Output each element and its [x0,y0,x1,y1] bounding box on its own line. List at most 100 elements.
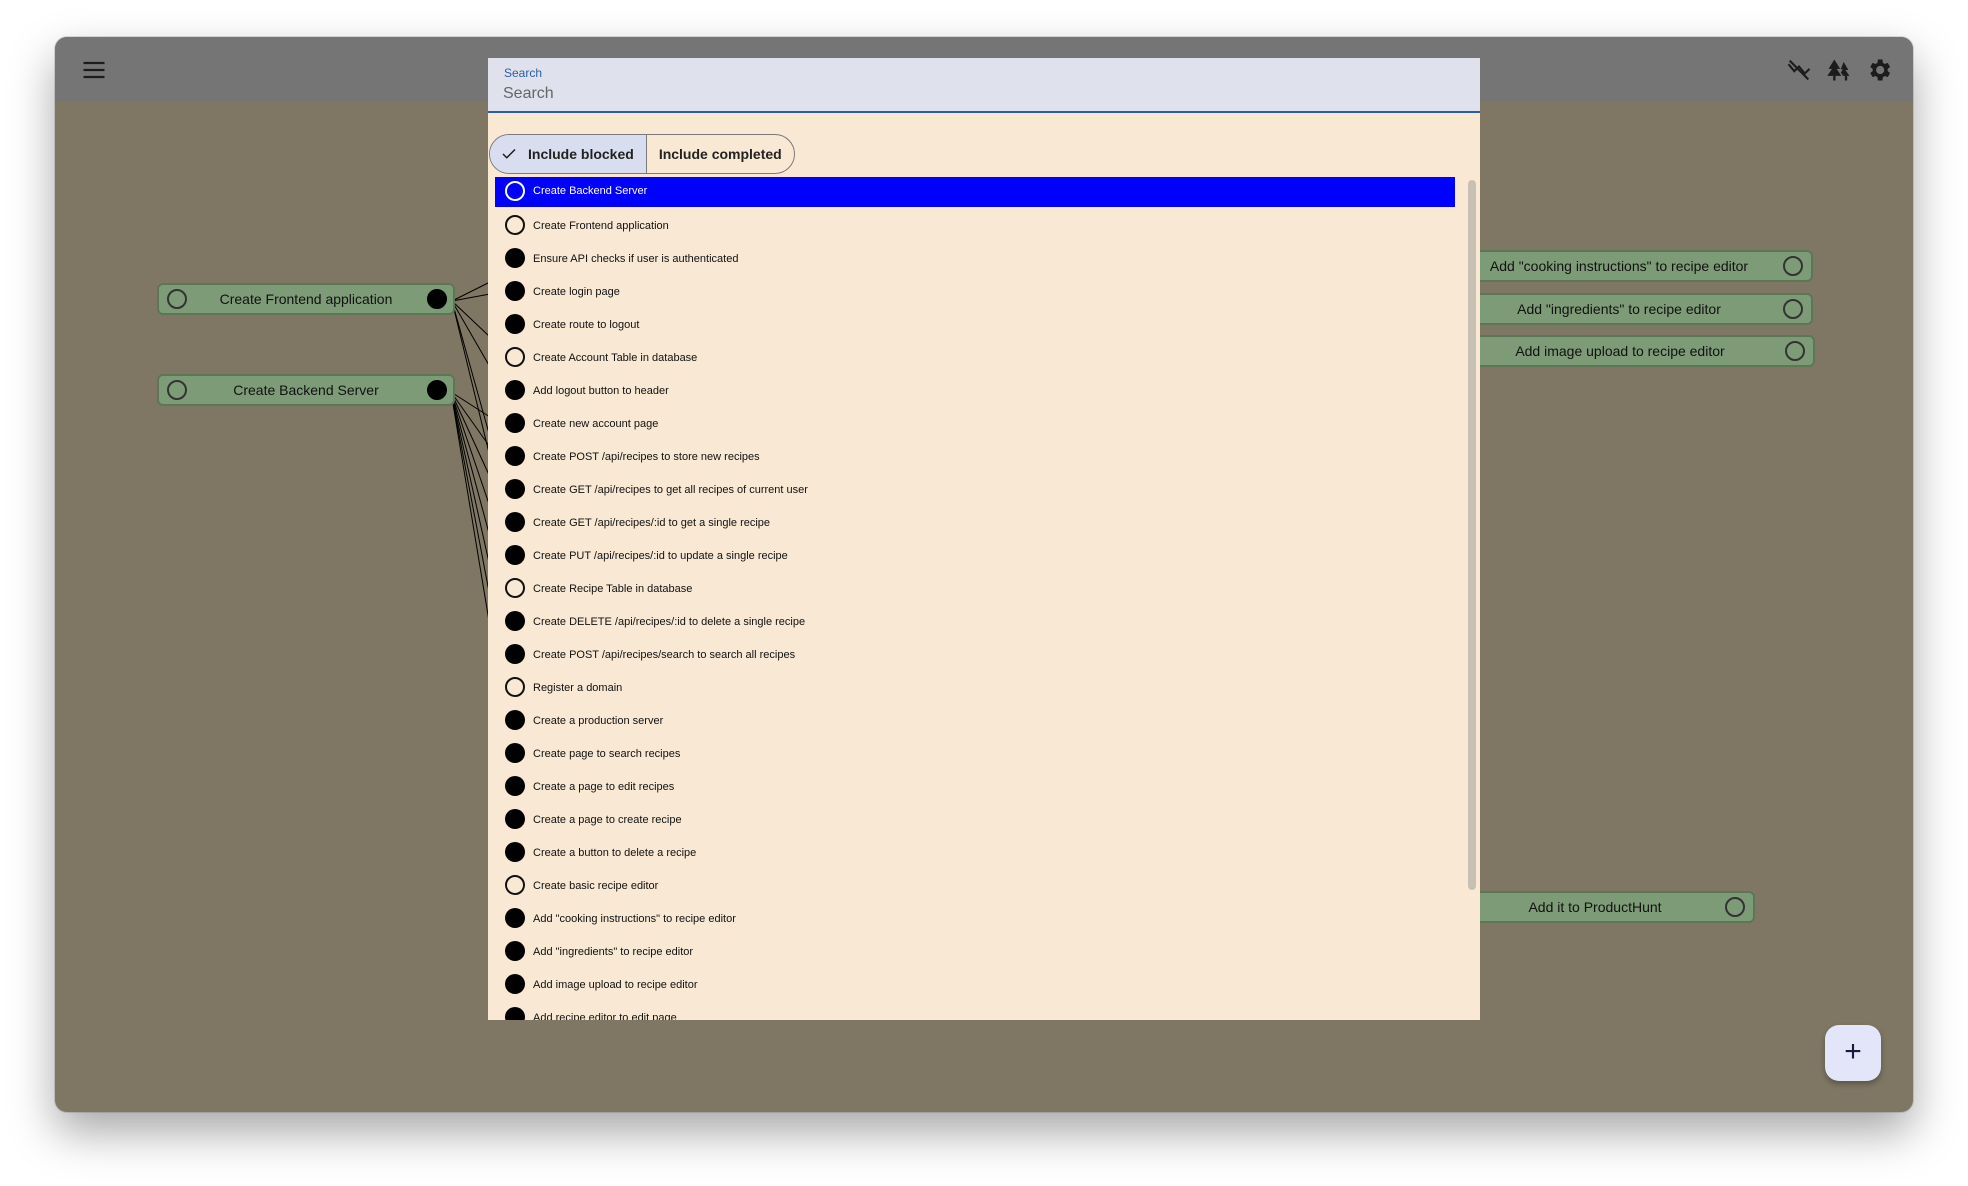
search-result-item[interactable]: Ensure API checks if user is authenticat… [495,243,1455,276]
search-result-item[interactable]: Add "cooking instructions" to recipe edi… [495,903,1455,936]
node-output-port[interactable] [427,289,447,309]
open-task-circle-icon [505,578,525,598]
search-result-label: Create basic recipe editor [533,880,659,892]
search-result-label: Create a button to delete a recipe [533,847,697,859]
search-result-item[interactable]: Register a domain [495,672,1455,705]
node-add-ingredients[interactable]: Add "ingredients" to recipe editor [1465,293,1813,325]
search-result-item[interactable]: Add image upload to recipe editor [495,969,1455,1002]
search-result-label: Create a page to create recipe [533,814,682,826]
node-output-port[interactable] [1725,897,1745,917]
node-label: Create Frontend application [219,291,393,307]
forest-icon[interactable] [1825,56,1853,84]
chip-label: Include blocked [528,146,634,162]
search-result-item[interactable]: Create login page [495,276,1455,309]
search-result-label: Create GET /api/recipes/:id to get a sin… [533,517,771,529]
search-result-label: Ensure API checks if user is authenticat… [533,253,739,265]
search-result-label: Add recipe editor to edit page [533,1012,677,1020]
search-result-item[interactable]: Create PUT /api/recipes/:id to update a … [495,540,1455,573]
blocked-task-circle-icon [505,908,525,928]
search-result-label: Add "ingredients" to recipe editor [533,946,694,958]
search-result-label: Create DELETE /api/recipes/:id to delete… [533,616,806,628]
search-result-label: Create POST /api/recipes/search to searc… [533,649,796,661]
scrollbar-thumb[interactable] [1468,180,1476,890]
search-result-label: Create POST /api/recipes to store new re… [533,451,760,463]
search-result-item[interactable]: Create page to search recipes [495,738,1455,771]
include-completed-chip[interactable]: Include completed [645,135,794,173]
search-result-item[interactable]: Create POST /api/recipes/search to searc… [495,639,1455,672]
search-result-label: Create GET /api/recipes to get all recip… [533,484,808,496]
node-add-cooking-instructions[interactable]: Add "cooking instructions" to recipe edi… [1465,250,1813,282]
blocked-task-circle-icon [505,974,525,994]
search-results-list: Create Backend Server Create Frontend app… [495,177,1455,1020]
search-result-label: Create Frontend application [533,220,669,232]
node-label: Create Backend Server [233,382,379,398]
search-result-item[interactable]: Add "ingredients" to recipe editor [495,936,1455,969]
node-label: Add it to ProductHunt [1528,899,1662,915]
search-result-item[interactable]: Create a page to edit recipes [495,771,1455,804]
node-label: Add image upload to recipe editor [1515,343,1725,359]
search-result-label: Create Recipe Table in database [533,583,693,595]
search-result-item[interactable]: Create route to logout [495,309,1455,342]
search-result-label: Create login page [533,286,620,298]
open-task-circle-icon [505,347,525,367]
search-result-item[interactable]: Create Frontend application [495,210,1455,243]
search-result-label: Create new account page [533,418,659,430]
node-output-port[interactable] [1783,256,1803,276]
check-icon [502,148,516,159]
blocked-task-circle-icon [505,644,525,664]
node-label: Add "ingredients" to recipe editor [1517,301,1721,317]
search-result-label: Add logout button to header [533,385,669,397]
search-result-item[interactable]: Create a production server [495,705,1455,738]
search-result-item[interactable]: Create new account page [495,408,1455,441]
search-result-label: Create page to search recipes [533,748,681,760]
chip-label: Include completed [658,146,782,162]
search-caption: Search [504,66,543,80]
search-result-item[interactable]: Create POST /api/recipes to store new re… [495,441,1455,474]
blocked-task-circle-icon [505,842,525,862]
blocked-task-circle-icon [505,281,525,301]
search-result-item[interactable]: Create GET /api/recipes to get all recip… [495,474,1455,507]
search-result-item[interactable]: Create a button to delete a recipe [495,837,1455,870]
search-field[interactable]: Search [488,58,1480,113]
search-result-label: Create route to logout [533,319,640,331]
search-result-item[interactable]: Create a page to create recipe [495,804,1455,837]
blocked-task-circle-icon [505,413,525,433]
open-task-circle-icon [505,875,525,895]
hamburger-menu-icon[interactable] [80,56,108,84]
open-task-circle-icon [505,677,525,697]
add-task-button[interactable]: + [1825,1025,1881,1081]
include-blocked-chip[interactable]: Include blocked [490,135,646,173]
search-input[interactable] [503,82,1443,106]
node-add-image-upload[interactable]: Add image upload to recipe editor [1465,335,1815,367]
search-result-item[interactable]: Create DELETE /api/recipes/:id to delete… [495,606,1455,639]
search-result-item[interactable]: Add logout button to header [495,375,1455,408]
blocked-task-circle-icon [505,545,525,565]
flash-off-icon[interactable] [1785,56,1813,84]
node-create-backend-server[interactable]: Create Backend Server [157,374,455,406]
node-label: Add "cooking instructions" to recipe edi… [1489,258,1749,274]
search-result-item[interactable]: Create basic recipe editor [495,870,1455,903]
search-result-item[interactable]: Create Account Table in database [495,342,1455,375]
search-result-item[interactable]: Create Backend Server [495,177,1455,207]
node-output-port[interactable] [1783,299,1803,319]
open-task-circle-icon [505,215,525,235]
node-create-frontend-application[interactable]: Create Frontend application [157,283,455,315]
gear-icon[interactable] [1865,56,1893,84]
blocked-task-circle-icon [505,479,525,499]
blocked-task-circle-icon [505,941,525,961]
node-add-it-to-producthunt[interactable]: Add it to ProductHunt [1465,891,1755,923]
blocked-task-circle-icon [505,743,525,763]
blocked-task-circle-icon [505,314,525,334]
search-result-item[interactable]: Add recipe editor to edit page [495,1002,1455,1020]
node-output-port[interactable] [1785,341,1805,361]
node-output-port[interactable] [427,380,447,400]
search-result-item[interactable]: Create Recipe Table in database [495,573,1455,606]
blocked-task-circle-icon [505,710,525,730]
search-result-label: Register a domain [533,682,623,694]
search-result-item[interactable]: Create GET /api/recipes/:id to get a sin… [495,507,1455,540]
search-result-label: Create Account Table in database [533,352,698,364]
search-result-label: Create PUT /api/recipes/:id to update a … [533,550,788,562]
search-result-label: Create a page to edit recipes [533,781,675,793]
search-result-label: Add image upload to recipe editor [533,979,698,991]
filter-chip-group: Include blocked Include completed [489,134,795,174]
